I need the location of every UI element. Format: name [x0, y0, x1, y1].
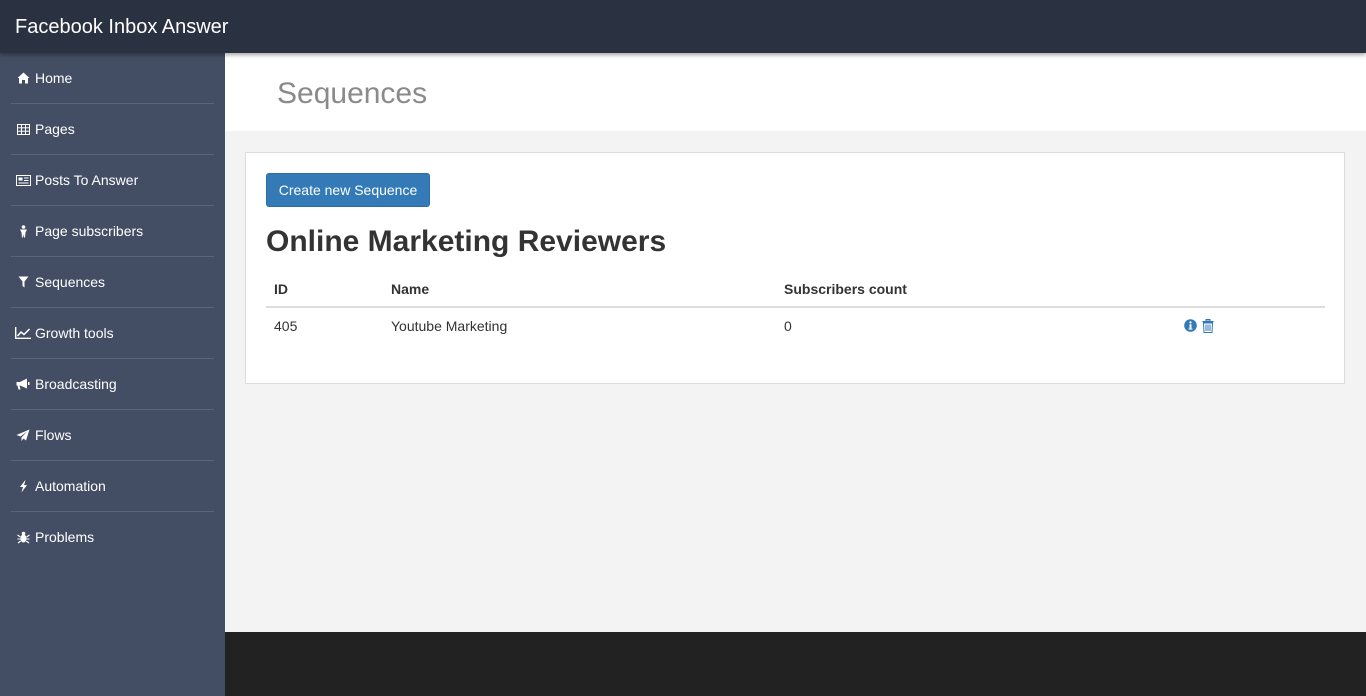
column-header-subscribers-count: Subscribers count	[776, 271, 1176, 308]
sidebar-item-broadcasting[interactable]: Broadcasting	[11, 359, 214, 410]
sidebar-item-page-subscribers[interactable]: Page subscribers	[11, 206, 214, 257]
bullhorn-icon	[15, 377, 31, 391]
create-sequence-button[interactable]: Create new Sequence	[266, 173, 430, 207]
sidebar-item-flows[interactable]: Flows	[11, 410, 214, 461]
home-icon	[15, 71, 31, 85]
table-icon	[15, 122, 31, 136]
footer	[225, 632, 1366, 696]
sidebar-nav: Home Pages Posts To Answer Page subscrib…	[0, 53, 225, 563]
cell-id: 405	[274, 317, 298, 334]
sidebar: Home Pages Posts To Answer Page subscrib…	[0, 53, 225, 696]
sidebar-item-growth-tools[interactable]: Growth tools	[11, 308, 214, 359]
sidebar-item-label: Problems	[35, 529, 95, 545]
sidebar-item-problems[interactable]: Problems	[11, 512, 214, 563]
table-header-row: ID Name Subscribers count	[266, 271, 1325, 308]
paper-plane-icon	[15, 428, 31, 442]
info-icon[interactable]	[1184, 319, 1197, 332]
trash-icon[interactable]	[1202, 318, 1214, 333]
column-header-actions	[1176, 271, 1325, 308]
sidebar-item-label: Posts To Answer	[35, 172, 139, 188]
sidebar-item-home[interactable]: Home	[11, 53, 214, 104]
page-header: Sequences	[225, 53, 1366, 131]
main-content: Sequences Create new Sequence Online Mar…	[225, 53, 1366, 632]
sidebar-item-pages[interactable]: Pages	[11, 104, 214, 155]
row-actions	[1184, 318, 1317, 333]
sidebar-item-automation[interactable]: Automation	[11, 461, 214, 512]
page-name-heading: Online Marketing Reviewers	[266, 225, 667, 258]
top-navbar: Facebook Inbox Answer	[0, 0, 1366, 53]
cell-subscribers-count: 0	[784, 317, 792, 334]
sidebar-item-label: Broadcasting	[35, 376, 117, 392]
column-header-id: ID	[266, 271, 383, 308]
sidebar-item-label: Home	[35, 70, 73, 86]
column-header-name: Name	[383, 271, 776, 308]
page-title: Sequences	[277, 77, 428, 110]
person-icon	[15, 224, 31, 238]
bug-icon	[15, 530, 31, 544]
sidebar-item-label: Sequences	[35, 274, 106, 290]
sequences-table: ID Name Subscribers count 405 Youtube Ma…	[266, 271, 1325, 343]
sidebar-item-posts-to-answer[interactable]: Posts To Answer	[11, 155, 214, 206]
sequences-panel: Create new Sequence Online Marketing Rev…	[245, 152, 1345, 384]
sidebar-item-label: Flows	[35, 427, 72, 443]
sidebar-item-label: Automation	[35, 478, 106, 494]
line-chart-icon	[15, 326, 31, 340]
cell-actions	[1176, 307, 1325, 343]
sidebar-item-label: Growth tools	[35, 325, 114, 341]
app-title[interactable]: Facebook Inbox Answer	[15, 15, 228, 39]
cell-name: Youtube Marketing	[391, 317, 508, 334]
sidebar-item-label: Page subscribers	[35, 223, 144, 239]
filter-icon	[15, 275, 31, 289]
sidebar-item-label: Pages	[35, 121, 75, 137]
bolt-icon	[15, 479, 31, 493]
newspaper-icon	[15, 173, 31, 187]
sidebar-item-sequences[interactable]: Sequences	[11, 257, 214, 308]
table-row: 405 Youtube Marketing 0	[266, 307, 1325, 343]
